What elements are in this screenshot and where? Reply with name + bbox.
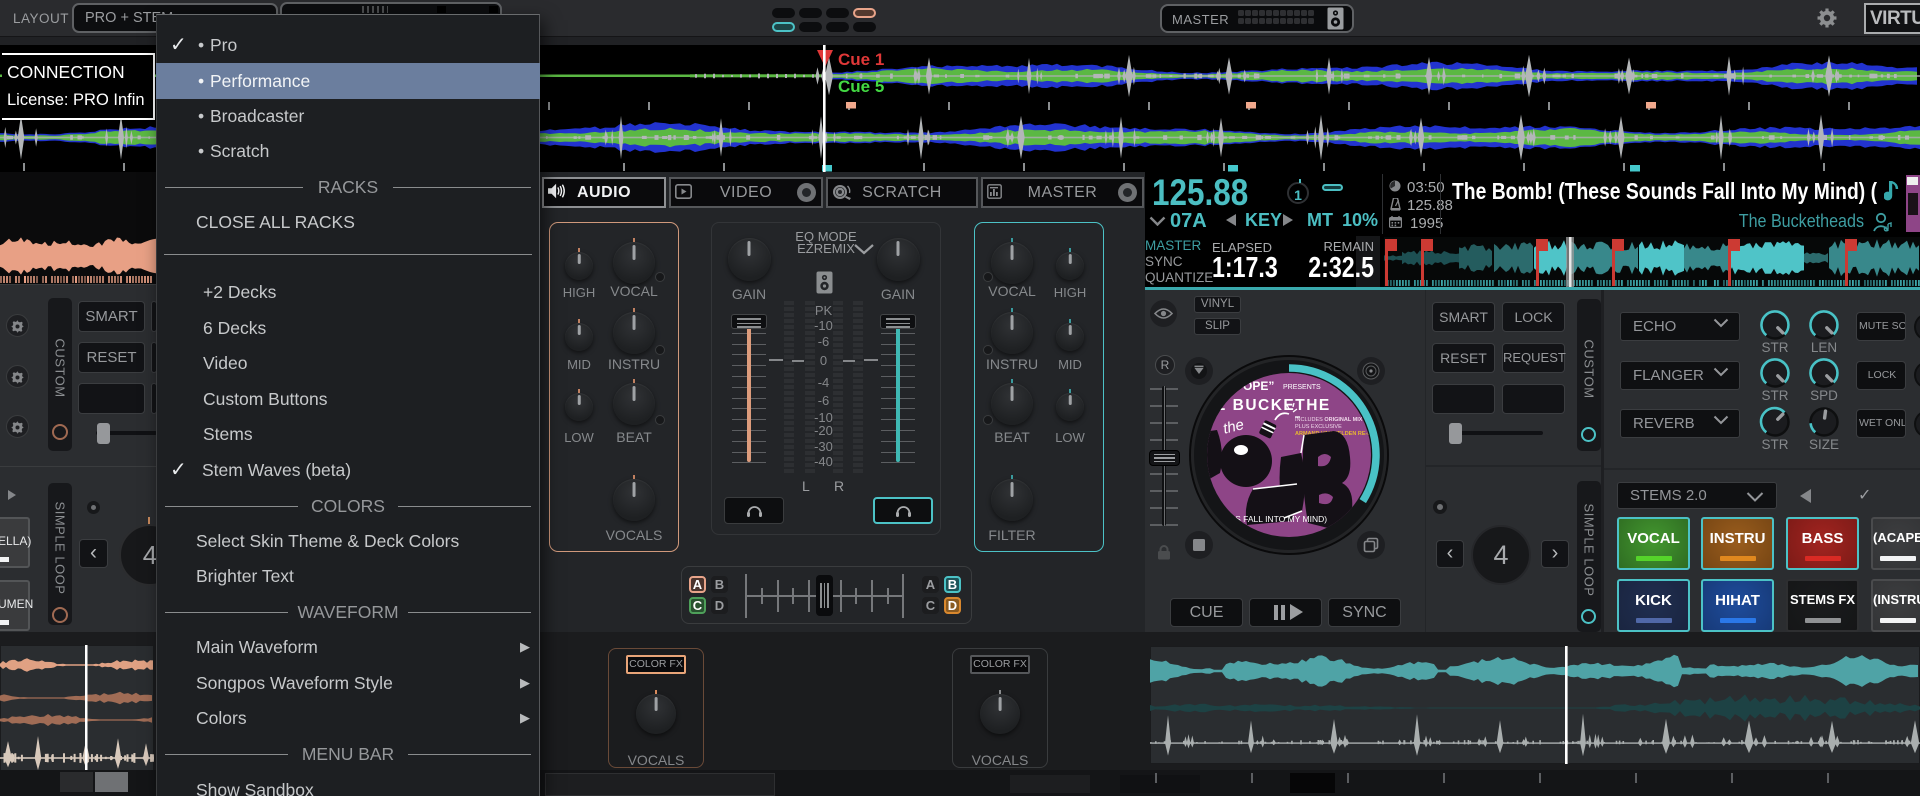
svg-text:Cue 5: Cue 5 (838, 77, 884, 96)
svg-text:Cue 1: Cue 1 (838, 50, 884, 69)
